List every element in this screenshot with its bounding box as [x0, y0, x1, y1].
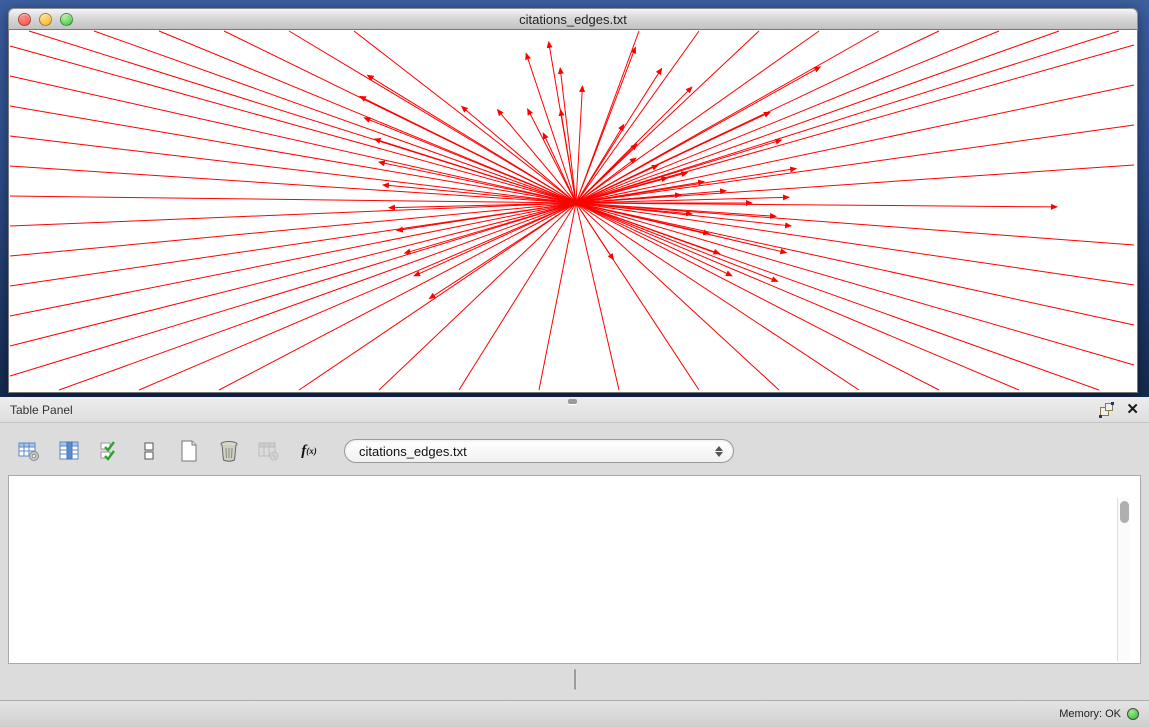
node-table-container — [8, 475, 1141, 664]
table-mode-icon[interactable] — [16, 438, 42, 464]
float-window-icon[interactable] — [1100, 403, 1114, 417]
select-rows-icon[interactable] — [96, 438, 122, 464]
close-icon[interactable]: ✕ — [1126, 403, 1139, 417]
dropdown-stepper-icon — [715, 446, 723, 457]
citation-network-graph[interactable] — [9, 30, 1137, 391]
delete-column-icon[interactable] — [216, 438, 242, 464]
network-view-window[interactable]: citations_edges.txt — [8, 8, 1138, 393]
network-window-title: citations_edges.txt — [9, 12, 1137, 27]
table-scrollbar[interactable] — [1117, 498, 1130, 661]
network-canvas[interactable] — [8, 30, 1138, 393]
table-tabs — [574, 669, 576, 690]
network-desktop: citations_edges.txt — [0, 0, 1149, 397]
table-selector-value: citations_edges.txt — [359, 444, 715, 459]
row-height-icon[interactable] — [136, 438, 162, 464]
new-column-icon[interactable] — [176, 438, 202, 464]
splitter-handle[interactable] — [568, 399, 577, 404]
show-column-icon[interactable] — [56, 438, 82, 464]
function-builder-icon[interactable]: f(x) — [296, 438, 322, 464]
table-selector-dropdown[interactable]: citations_edges.txt — [344, 439, 734, 463]
table-panel-title: Table Panel — [10, 403, 73, 417]
network-window-titlebar[interactable]: citations_edges.txt — [8, 8, 1138, 30]
table-toolbar: f(x) citations_edges.txt — [16, 433, 1141, 469]
delete-table-icon — [256, 438, 282, 464]
table-scrollbar-thumb[interactable] — [1120, 501, 1129, 523]
table-panel: Table Panel ✕ — [0, 397, 1149, 700]
status-bar: Memory: OK — [0, 700, 1149, 727]
memory-ok-icon — [1127, 708, 1139, 720]
memory-status-label: Memory: OK — [1059, 708, 1121, 720]
